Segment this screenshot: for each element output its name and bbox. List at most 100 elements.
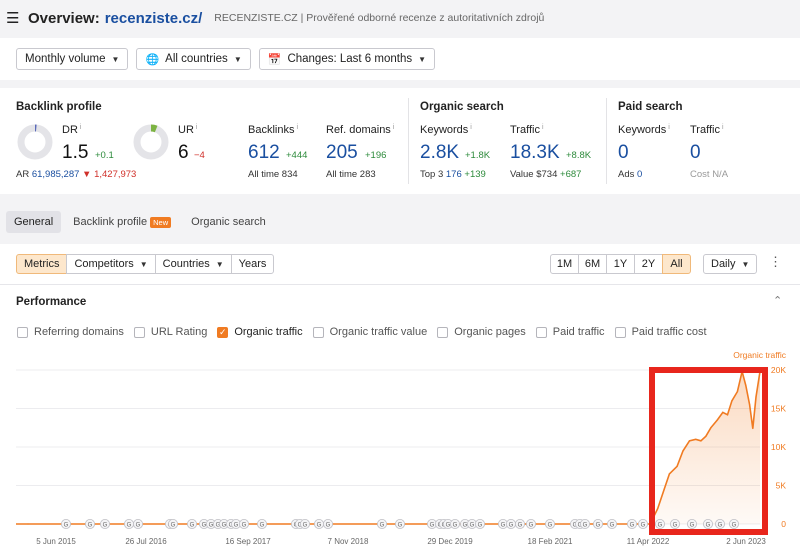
google-update-marker[interactable]: G: [703, 518, 714, 529]
menu-icon[interactable]: ☰: [6, 9, 24, 27]
countries-dropdown[interactable]: 🌐 All countries ▼: [136, 48, 251, 70]
google-update-marker[interactable]: G: [61, 518, 72, 529]
checkbox-organic-traffic[interactable]: ✓ Organic traffic: [217, 326, 303, 338]
checkbox-box[interactable]: [535, 326, 547, 338]
ref-domains-value[interactable]: 205: [326, 142, 358, 164]
info-icon[interactable]: i: [470, 124, 472, 131]
paid-traffic-value[interactable]: 0: [690, 142, 701, 164]
countries-toggle[interactable]: Countries ▼: [154, 254, 232, 274]
svg-text:G: G: [260, 523, 265, 529]
metrics-button[interactable]: Metrics: [16, 254, 68, 274]
google-update-marker[interactable]: G: [627, 518, 638, 529]
google-update-marker[interactable]: G: [638, 518, 649, 529]
checkbox-organic-pages[interactable]: Organic pages: [437, 326, 526, 338]
paid-keywords-value[interactable]: 0: [618, 142, 629, 164]
svg-text:G: G: [673, 523, 678, 529]
organic-traffic-value[interactable]: 18.3K: [510, 142, 560, 164]
google-update-marker[interactable]: G: [670, 518, 681, 529]
more-options-icon[interactable]: ⋮: [769, 254, 782, 270]
new-badge: New: [150, 216, 172, 228]
info-icon[interactable]: i: [296, 124, 298, 131]
google-update-marker[interactable]: G: [313, 518, 324, 529]
checkbox-paid-traffic[interactable]: Paid traffic: [535, 326, 605, 338]
x-tick-label: 16 Sep 2017: [225, 537, 271, 546]
google-update-marker[interactable]: G: [376, 518, 387, 529]
data-point: [749, 404, 751, 406]
google-update-marker[interactable]: G: [167, 518, 178, 529]
google-update-marker[interactable]: G: [256, 518, 267, 529]
info-icon[interactable]: i: [196, 124, 198, 131]
google-update-marker[interactable]: G: [322, 518, 333, 529]
top3-value[interactable]: 176: [446, 169, 462, 180]
range-all[interactable]: All: [662, 254, 691, 274]
google-update-marker[interactable]: G: [715, 518, 726, 529]
page-title-domain[interactable]: recenziste.cz/: [105, 10, 203, 27]
google-update-marker[interactable]: G: [505, 518, 516, 529]
tab-backlink-profile[interactable]: Backlink profile New: [65, 211, 179, 233]
svg-text:G: G: [548, 523, 553, 529]
checkbox-box[interactable]: [437, 326, 449, 338]
google-update-marker[interactable]: G: [449, 518, 460, 529]
granularity-dropdown[interactable]: Daily ▼: [703, 254, 758, 274]
svg-text:G: G: [398, 523, 403, 529]
svg-text:G: G: [380, 523, 385, 529]
checkbox-box[interactable]: [17, 326, 28, 338]
google-update-marker[interactable]: G: [238, 518, 249, 529]
top3-delta: +139: [464, 169, 486, 180]
checkmark-icon[interactable]: ✓: [217, 326, 229, 338]
google-update-marker[interactable]: G: [186, 518, 197, 529]
tab-general[interactable]: General: [6, 211, 62, 233]
svg-text:G: G: [518, 523, 523, 529]
google-update-marker[interactable]: G: [687, 518, 698, 529]
volume-dropdown[interactable]: Monthly volume ▼: [16, 48, 129, 70]
checkbox-referring-domains[interactable]: Referring domains: [17, 326, 124, 338]
google-update-marker[interactable]: G: [100, 518, 111, 529]
google-update-marker[interactable]: G: [299, 518, 310, 529]
range-2y[interactable]: 2Y: [634, 254, 663, 274]
chevron-down-icon: ▼: [418, 54, 427, 64]
years-button[interactable]: Years: [230, 254, 275, 274]
google-update-marker[interactable]: G: [545, 518, 556, 529]
chevron-up-icon[interactable]: ⌃: [773, 294, 782, 307]
google-update-marker[interactable]: G: [526, 518, 537, 529]
google-update-marker[interactable]: G: [85, 518, 96, 529]
range-6m[interactable]: 6M: [578, 254, 607, 274]
competitors-dropdown[interactable]: Competitors ▼: [66, 254, 156, 274]
organic-keywords-value[interactable]: 2.8K: [420, 142, 459, 164]
info-icon[interactable]: i: [722, 124, 724, 131]
x-tick-label: 11 Apr 2022: [627, 537, 670, 546]
svg-text:G: G: [242, 523, 247, 529]
google-update-marker[interactable]: G: [607, 518, 618, 529]
performance-panel: Metrics Competitors ▼ Countries ▼ Years 1M…: [0, 244, 800, 554]
checkbox-box[interactable]: [312, 326, 324, 338]
checkbox-paid-traffic-cost[interactable]: Paid traffic cost: [614, 326, 707, 338]
info-icon[interactable]: i: [80, 124, 82, 131]
divider: [606, 98, 607, 184]
info-icon[interactable]: i: [542, 124, 544, 131]
google-update-marker[interactable]: G: [124, 518, 135, 529]
google-update-marker[interactable]: G: [474, 518, 485, 529]
google-update-marker[interactable]: G: [593, 518, 604, 529]
google-update-marker[interactable]: G: [655, 518, 666, 529]
info-icon[interactable]: i: [393, 124, 395, 131]
google-update-marker[interactable]: G: [132, 518, 143, 529]
backlinks-value[interactable]: 612: [248, 142, 280, 164]
range-selector: 1M 6M 1Y 2Y All: [550, 254, 691, 274]
volume-dropdown-label: Monthly volume: [25, 53, 106, 65]
data-point: [668, 473, 671, 475]
google-update-marker[interactable]: G: [394, 518, 405, 529]
checkbox-box[interactable]: [614, 326, 626, 338]
divider: [408, 98, 409, 184]
google-update-marker[interactable]: G: [729, 518, 740, 529]
checkbox-organic-traffic-value[interactable]: Organic traffic value: [312, 326, 427, 338]
range-1m[interactable]: 1M: [550, 254, 579, 274]
ar-value[interactable]: 61,985,287: [32, 169, 80, 180]
tab-organic-search[interactable]: Organic search: [183, 211, 274, 233]
checkbox-url-rating[interactable]: URL Rating: [133, 326, 207, 338]
checkbox-box[interactable]: [133, 326, 145, 338]
google-update-marker[interactable]: G: [515, 518, 526, 529]
changes-dropdown[interactable]: 📅 Changes: Last 6 months ▼: [258, 48, 436, 70]
range-1y[interactable]: 1Y: [606, 254, 635, 274]
info-icon[interactable]: i: [668, 124, 670, 131]
google-update-marker[interactable]: G: [580, 518, 591, 529]
